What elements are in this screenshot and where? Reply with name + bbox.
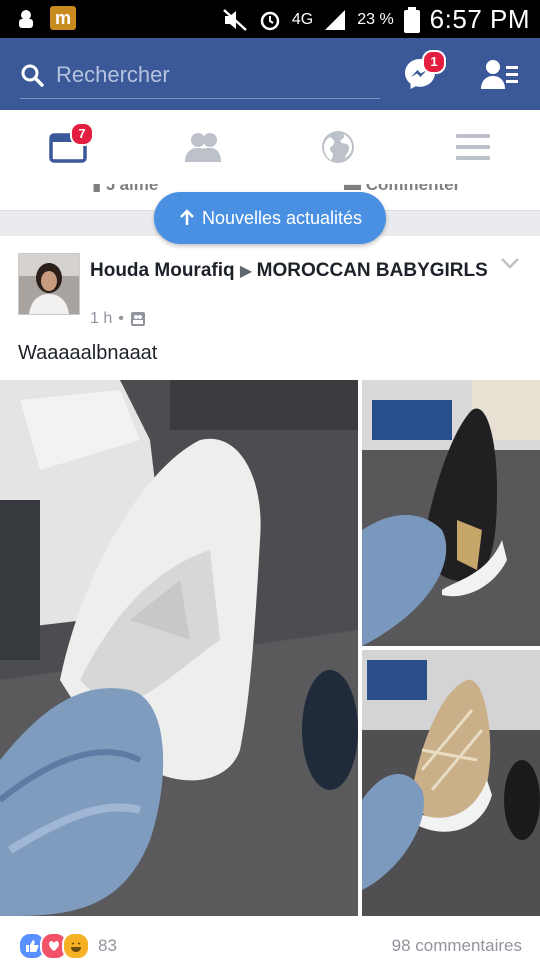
group-name[interactable]: MOROCCAN BABYGIRLS (257, 260, 488, 281)
post-text: Waaaaalbnaaat (18, 342, 158, 364)
battery-percent: 23 % (357, 10, 394, 28)
cat-notification-icon (19, 10, 33, 28)
search-input[interactable] (54, 61, 358, 89)
comment-label: Commenter (365, 184, 461, 194)
tab-bar: 7 (0, 110, 540, 185)
post-author-line: Houda Mourafiq ▶ MOROCCAN BABYGIRLS (90, 258, 500, 285)
chevron-down-icon (501, 258, 519, 269)
alarm-icon (260, 11, 280, 30)
top-header: 1 (0, 38, 540, 110)
author-name[interactable]: Houda Mourafiq (90, 260, 235, 281)
messenger-badge: 1 (422, 50, 446, 74)
arrow-up-icon (180, 209, 194, 225)
search-icon (21, 64, 44, 87)
globe-icon (321, 131, 354, 163)
post-time[interactable]: 1 h (90, 310, 112, 328)
like-icon: ▮ (92, 184, 107, 194)
tab-menu[interactable] (405, 110, 540, 184)
network-type: 4G (291, 10, 314, 28)
app-notification-icon: m (50, 6, 76, 30)
search-bar[interactable] (20, 52, 380, 99)
avatar-photo (19, 254, 79, 314)
photo-main[interactable] (0, 380, 358, 916)
post-meta: 1 h • (90, 310, 146, 328)
news-feed-badge: 7 (70, 122, 94, 146)
battery-icon (403, 6, 420, 33)
menu-icon (455, 134, 490, 160)
tab-friends[interactable] (135, 110, 270, 184)
photo-bottom-right[interactable] (362, 650, 540, 916)
sneaker-photo (0, 380, 358, 916)
reaction-count: 83 (98, 936, 117, 955)
tab-news-feed[interactable]: 7 (0, 110, 135, 184)
feed-post: Houda Mourafiq ▶ MOROCCAN BABYGIRLS 1 h … (0, 236, 540, 960)
avatar[interactable] (18, 253, 80, 315)
new-stories-button[interactable]: Nouvelles actualités (154, 192, 386, 244)
new-stories-label: Nouvelles actualités (201, 207, 363, 228)
status-bar: m 4G 23 % 6:57 PM (0, 0, 540, 38)
tab-notifications[interactable] (270, 110, 405, 184)
signal-icon (325, 9, 346, 30)
black-sneaker-photo (362, 380, 540, 646)
post-options-button[interactable] (500, 256, 520, 275)
friends-icon (184, 133, 221, 162)
gold-sneaker-photo (362, 650, 540, 916)
reactions-summary[interactable]: 83 (18, 932, 117, 960)
photo-grid (0, 380, 540, 916)
clock: 6:57 PM (429, 4, 530, 34)
photo-top-right[interactable] (362, 380, 540, 646)
friend-requests-icon (481, 60, 518, 89)
previous-like-button[interactable]: ▮ J'aime (92, 184, 158, 195)
like-label: J'aime (106, 184, 159, 194)
mute-icon (223, 8, 247, 31)
messenger-button[interactable]: 1 (402, 50, 446, 92)
haha-reaction-icon (62, 932, 90, 960)
group-privacy-icon (130, 312, 145, 326)
friend-requests-button[interactable] (480, 58, 520, 92)
comments-count[interactable]: 98 commentaires (392, 936, 522, 956)
arrow-right-icon: ▶ (239, 263, 257, 280)
meta-dot: • (118, 310, 124, 327)
